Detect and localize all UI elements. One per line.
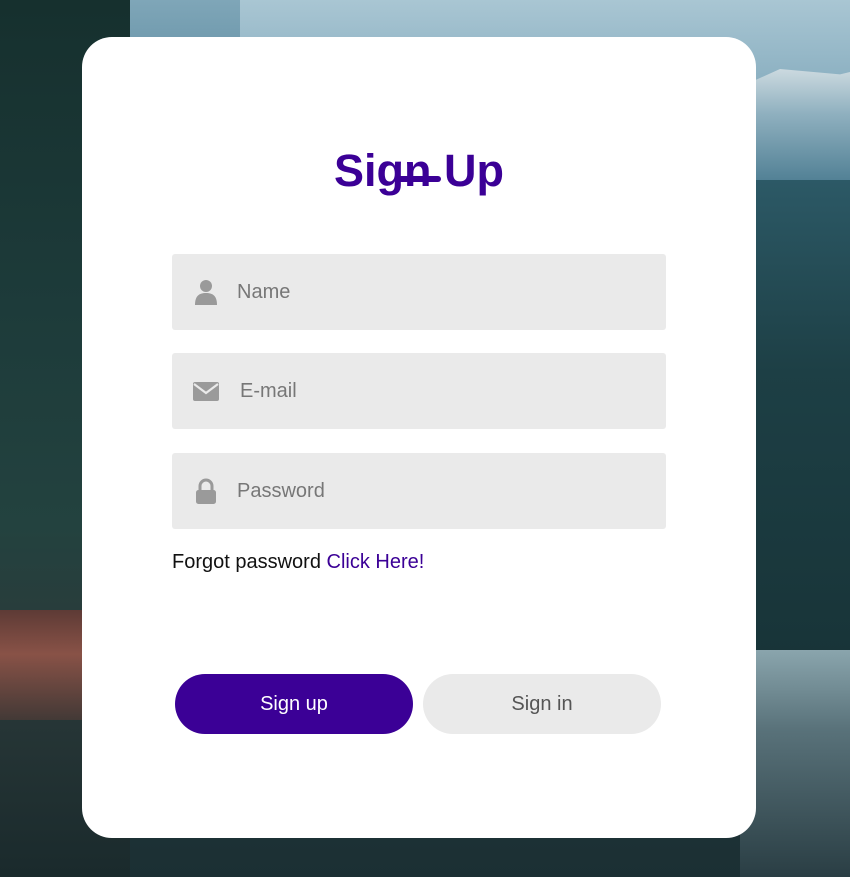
forgot-password-link[interactable]: Click Here! (327, 551, 425, 573)
email-input[interactable] (240, 353, 650, 429)
password-field[interactable] (172, 453, 666, 529)
background-foliage (0, 610, 90, 720)
envelope-icon (193, 382, 219, 401)
email-field[interactable] (172, 353, 666, 429)
background-lake (740, 650, 850, 877)
name-field[interactable] (172, 254, 666, 330)
user-icon (195, 280, 217, 305)
lock-icon (196, 478, 216, 504)
signup-button[interactable]: Sign up (175, 674, 413, 734)
forgot-password: Forgot password Click Here! (172, 551, 424, 574)
password-input[interactable] (237, 453, 647, 529)
signup-card: Sign Up Forgot password Click Here! Sign… (82, 37, 756, 838)
background-forest-right (740, 180, 850, 660)
forgot-password-text: Forgot password (172, 551, 327, 573)
page-title: Sign Up (334, 145, 504, 196)
name-input[interactable] (237, 254, 647, 330)
signin-button[interactable]: Sign in (423, 674, 661, 734)
title-underline (396, 176, 441, 182)
